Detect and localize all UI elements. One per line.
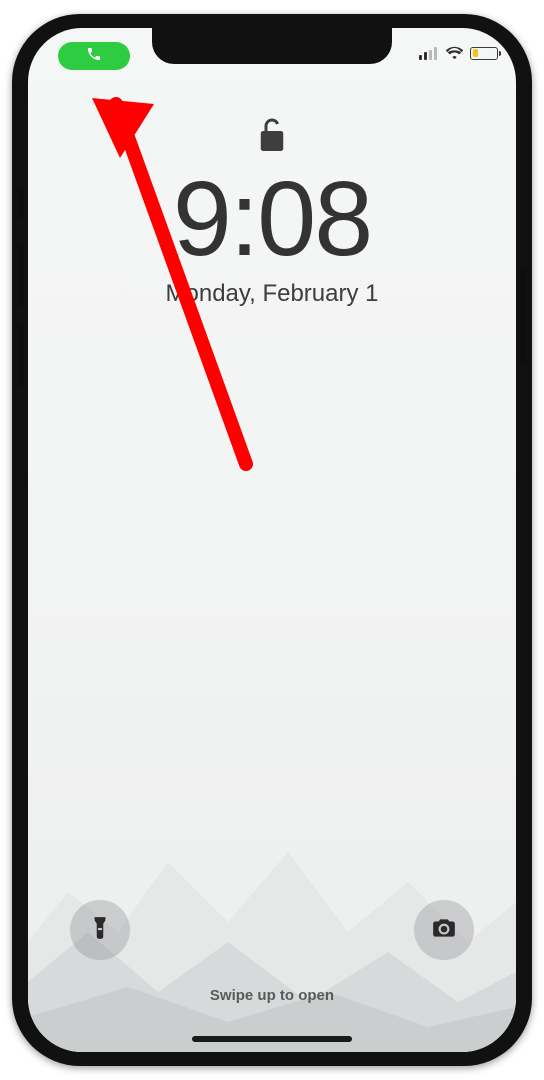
battery-icon <box>470 47 498 60</box>
call-pill[interactable] <box>58 42 130 70</box>
volume-up-button <box>17 244 24 306</box>
status-bar <box>28 36 516 76</box>
flashlight-icon <box>87 915 113 946</box>
flashlight-button[interactable] <box>70 900 130 960</box>
phone-screen: 9:08 Monday, February 1 Swipe up to open <box>28 28 516 1052</box>
mute-switch <box>17 188 24 218</box>
wifi-icon <box>445 46 464 60</box>
camera-icon <box>431 915 457 946</box>
signal-icon <box>419 47 439 60</box>
home-indicator[interactable] <box>192 1036 352 1042</box>
lockscreen-center: 9:08 Monday, February 1 <box>28 116 516 308</box>
lockscreen-date: Monday, February 1 <box>28 280 516 308</box>
swipe-hint: Swipe up to open <box>28 987 516 1004</box>
unlocked-icon <box>28 116 516 156</box>
lockscreen-time: 9:08 <box>28 166 516 272</box>
phone-icon <box>86 46 102 67</box>
side-button <box>520 268 527 364</box>
battery-fill <box>473 49 479 57</box>
status-right <box>419 46 498 60</box>
camera-button[interactable] <box>414 900 474 960</box>
phone-frame: 9:08 Monday, February 1 Swipe up to open <box>12 14 532 1066</box>
volume-down-button <box>17 324 24 386</box>
